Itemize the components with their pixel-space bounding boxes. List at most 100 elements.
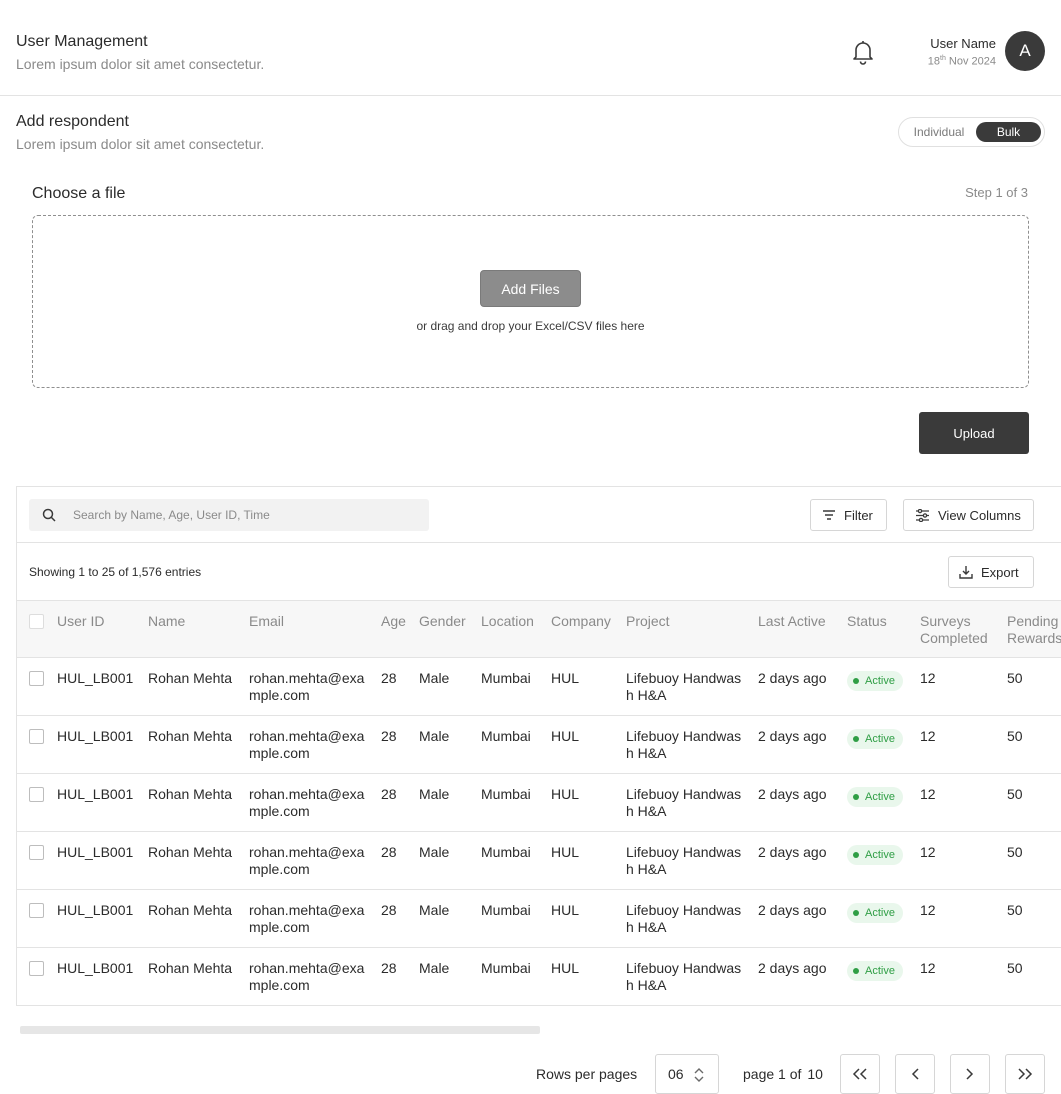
cell-gender: Male [419,844,450,860]
row-checkbox[interactable] [29,903,44,918]
cell-location: Mumbai [481,786,531,802]
cell-company: HUL [551,786,580,802]
horizontal-scrollbar[interactable] [20,1026,540,1034]
cell-surveys-completed: 12 [920,960,936,976]
rows-per-page-select[interactable]: 06 [655,1054,719,1094]
avatar[interactable]: A [1005,31,1045,71]
col-project[interactable]: Project [626,613,670,630]
table-row[interactable]: HUL_LB001 Rohan Mehta rohan.mehta@example.… [17,948,1061,1005]
cell-gender: Male [419,902,450,918]
cell-surveys-completed: 12 [920,844,936,860]
cell-last-active: 2 days ago [758,902,827,918]
drag-drop-hint: or drag and drop your Excel/CSV files he… [416,319,645,333]
cell-location: Mumbai [481,960,531,976]
next-page-button[interactable] [950,1054,990,1094]
table-row[interactable]: HUL_LB001 Rohan Mehta rohan.mehta@example.… [17,658,1061,716]
toggle-bulk[interactable]: Bulk [976,122,1041,142]
table-row[interactable]: HUL_LB001 Rohan Mehta rohan.mehta@example.… [17,890,1061,948]
cell-name: Rohan Mehta [148,844,233,860]
cell-last-active: 2 days ago [758,670,827,686]
cell-age: 28 [381,960,397,976]
chevron-updown-icon [694,1068,704,1082]
download-icon [959,566,973,579]
cell-age: 28 [381,902,397,918]
col-email[interactable]: Email [249,613,284,630]
search-input[interactable]: Search by Name, Age, User ID, Time [29,499,429,531]
view-columns-label: View Columns [938,507,1021,523]
cell-name: Rohan Mehta [148,902,233,918]
first-page-button[interactable] [840,1054,880,1094]
cell-location: Mumbai [481,902,531,918]
status-dot-icon [853,794,859,800]
col-name[interactable]: Name [148,613,185,630]
row-checkbox[interactable] [29,671,44,686]
table-row[interactable]: HUL_LB001 Rohan Mehta rohan.mehta@example.… [17,774,1061,832]
cell-user-id: HUL_LB001 [57,960,134,976]
cell-user-id: HUL_LB001 [57,670,134,686]
cell-name: Rohan Mehta [148,728,233,744]
cell-location: Mumbai [481,670,531,686]
table-header: User ID Name Email Age Gender Location C… [17,600,1061,658]
select-all-checkbox[interactable] [29,614,44,629]
rows-per-page-value: 06 [668,1066,684,1082]
export-label: Export [981,564,1019,580]
cell-pending-rewards: 50 [1007,902,1023,918]
last-page-button[interactable] [1005,1054,1045,1094]
col-pending-rewards[interactable]: Pending Rewards [1007,613,1061,647]
status-text: Active [865,907,895,919]
cell-name: Rohan Mehta [148,786,233,802]
status-text: Active [865,733,895,745]
cell-pending-rewards: 50 [1007,670,1023,686]
mode-toggle: Individual Bulk [898,117,1045,147]
col-last-active[interactable]: Last Active [758,613,826,630]
status-dot-icon [853,910,859,916]
table-row[interactable]: HUL_LB001 Rohan Mehta rohan.mehta@example.… [17,716,1061,774]
filter-label: Filter [844,507,873,523]
cell-age: 28 [381,844,397,860]
col-user-id[interactable]: User ID [57,613,104,630]
row-checkbox[interactable] [29,729,44,744]
status-badge: Active [847,729,903,749]
export-button[interactable]: Export [948,556,1034,588]
status-text: Active [865,849,895,861]
add-files-button[interactable]: Add Files [480,270,581,307]
cell-email: rohan.mehta@example.com [249,786,365,819]
cell-company: HUL [551,844,580,860]
upload-button[interactable]: Upload [919,412,1029,454]
col-age[interactable]: Age [381,613,406,630]
row-checkbox[interactable] [29,845,44,860]
col-surveys-completed[interactable]: Surveys Completed [920,613,1000,647]
toolbar-divider [17,542,1061,543]
prev-page-button[interactable] [895,1054,935,1094]
top-header: User Management Lorem ipsum dolor sit am… [0,0,1061,96]
col-gender[interactable]: Gender [419,613,466,630]
cell-gender: Male [419,728,450,744]
cell-pending-rewards: 50 [1007,960,1023,976]
cell-project: Lifebuoy Handwash H&A [626,670,742,703]
status-dot-icon [853,852,859,858]
cell-email: rohan.mehta@example.com [249,670,365,703]
cell-gender: Male [419,786,450,802]
chevron-left-icon [911,1068,919,1080]
cell-company: HUL [551,670,580,686]
toggle-individual[interactable]: Individual [903,122,975,142]
search-icon [42,508,56,522]
cell-project: Lifebuoy Handwash H&A [626,786,742,819]
filter-button[interactable]: Filter [810,499,887,531]
col-status[interactable]: Status [847,613,887,630]
sliders-icon [916,508,929,522]
cell-email: rohan.mehta@example.com [249,902,365,935]
col-location[interactable]: Location [481,613,534,630]
page-info: page 1 of 10 [743,1066,823,1082]
table-row[interactable]: HUL_LB001 Rohan Mehta rohan.mehta@example.… [17,832,1061,890]
row-checkbox[interactable] [29,787,44,802]
bell-icon[interactable] [848,37,878,67]
step-indicator: Step 1 of 3 [965,185,1028,200]
status-text: Active [865,675,895,687]
col-company[interactable]: Company [551,613,611,630]
page-text: page 1 of [743,1066,802,1082]
row-checkbox[interactable] [29,961,44,976]
chevron-right-icon [966,1068,974,1080]
view-columns-button[interactable]: View Columns [903,499,1034,531]
cell-project: Lifebuoy Handwash H&A [626,844,742,877]
